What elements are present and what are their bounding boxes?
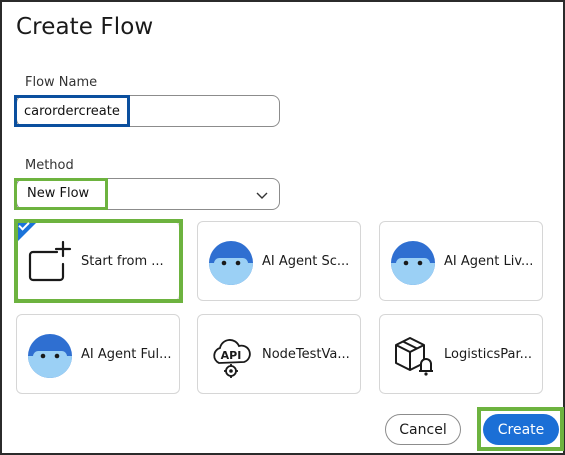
ai-agent-icon	[28, 334, 72, 378]
template-name: AI Agent Liv...	[444, 254, 534, 269]
template-card-ai-agent-ful[interactable]: AI Agent Ful...	[16, 314, 180, 394]
template-card-logistics-par[interactable]: LogisticsPar...	[379, 314, 543, 394]
method-selected-value: New Flow	[27, 186, 90, 201]
blank-canvas-plus-icon	[28, 240, 72, 282]
box-bell-icon	[395, 337, 433, 376]
method-select[interactable]: New Flow	[16, 178, 280, 210]
template-name: Start from ...	[81, 254, 164, 269]
ai-agent-icon	[391, 241, 435, 285]
create-button[interactable]: Create	[483, 414, 559, 445]
dialog-title: Create Flow	[16, 14, 154, 40]
template-name: NodeTestVa...	[262, 347, 350, 362]
create-flow-dialog: Create Flow Flow Name Method New Flow St…	[0, 0, 565, 455]
cancel-button[interactable]: Cancel	[385, 414, 461, 445]
template-card-start-from-scratch[interactable]: Start from ...	[16, 221, 180, 301]
template-card-node-test-va[interactable]: API NodeTestVa...	[197, 314, 361, 394]
svg-text:API: API	[221, 349, 242, 362]
template-card-ai-agent-sc[interactable]: AI Agent Sc...	[197, 221, 361, 301]
flow-name-input[interactable]	[20, 99, 130, 123]
template-card-ai-agent-liv[interactable]: AI Agent Liv...	[379, 221, 543, 301]
template-name: LogisticsPar...	[444, 347, 533, 362]
flow-name-label: Flow Name	[25, 75, 98, 90]
template-name: AI Agent Ful...	[81, 347, 172, 362]
flow-name-field-container	[16, 95, 280, 127]
chevron-down-icon	[256, 192, 268, 199]
api-cloud-gear-icon: API	[213, 339, 251, 378]
ai-agent-icon	[209, 241, 253, 285]
method-label: Method	[25, 158, 74, 173]
template-name: AI Agent Sc...	[262, 254, 350, 269]
